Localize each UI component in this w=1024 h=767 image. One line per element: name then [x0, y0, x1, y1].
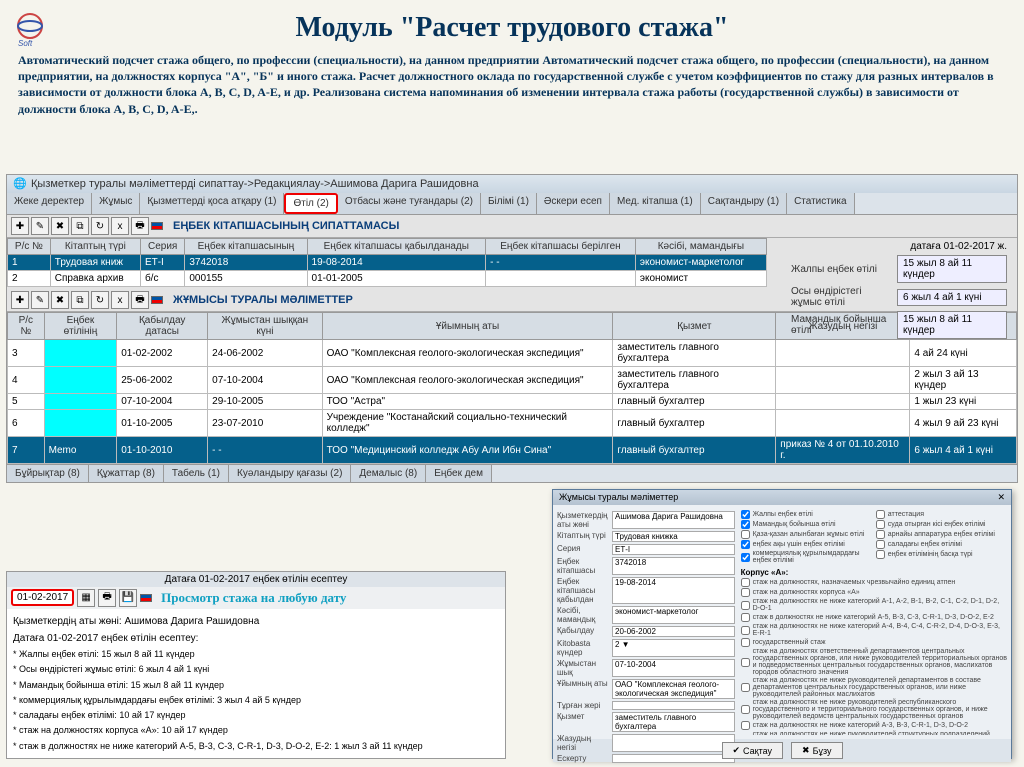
bottom-tab[interactable]: Табель (1) [164, 465, 229, 482]
work-details-dialog: Жұмысы туралы мәліметтер ✕ Қызметкердің … [552, 489, 1012, 759]
tab-Қызметтерді қоса атқару (1)[interactable]: Қызметтерді қоса атқару (1) [140, 193, 284, 214]
flag-icon-2 [151, 296, 163, 304]
report-note: Просмотр стажа на любую дату [161, 590, 346, 606]
excel-button[interactable]: x [111, 217, 129, 235]
excel-button-2[interactable]: x [111, 291, 129, 309]
stats-date: датаға 01-02-2017 ж. [791, 241, 1007, 252]
app-logo: Soft [10, 8, 50, 48]
dialog-field[interactable]: экономист-маркетолог [612, 606, 735, 624]
print-button[interactable]: 🖶 [131, 217, 149, 235]
add-button[interactable]: ✚ [11, 217, 29, 235]
edit-button[interactable]: ✎ [31, 217, 49, 235]
copy-button[interactable]: ⧉ [71, 217, 89, 235]
dialog-field[interactable]: Трудовая книжка [612, 531, 735, 542]
delete-button[interactable]: ✖ [51, 217, 69, 235]
bottom-tab[interactable]: Құжаттар (8) [89, 465, 164, 482]
dialog-field[interactable]: 07-10-2004 [612, 659, 735, 677]
tab-Сақтандыру (1)[interactable]: Сақтандыру (1) [701, 193, 787, 214]
tab-Отбасы және туғандары (2)[interactable]: Отбасы және туғандары (2) [338, 193, 481, 214]
dialog-save-button[interactable]: ✔ Сақтау [722, 742, 784, 759]
report-print-button[interactable]: 🖶 [98, 589, 116, 607]
dialog-cancel-button[interactable]: ✖ Бұзу [791, 742, 842, 759]
dialog-field[interactable] [612, 701, 735, 710]
dialog-field[interactable] [612, 734, 735, 752]
tab-Жеке деректер[interactable]: Жеке деректер [7, 193, 92, 214]
tab-Статистика[interactable]: Статистика [787, 193, 855, 214]
flag-icon [151, 222, 163, 230]
tab-Мед. кітапша (1)[interactable]: Мед. кітапша (1) [610, 193, 701, 214]
print-button-2[interactable]: 🖶 [131, 291, 149, 309]
dialog-field[interactable]: 3742018 [612, 557, 735, 575]
bottom-tab[interactable]: Куәландыру қағазы (2) [229, 465, 351, 482]
window-titlebar: 🌐 Қызметкер туралы мәліметтерді сипаттау… [7, 175, 1017, 193]
workbook-grid[interactable]: Р/с №Кітаптың түріСерияЕңбек кітапшасыны… [7, 238, 767, 287]
add-button-2[interactable]: ✚ [11, 291, 29, 309]
tab-Әскери есеп[interactable]: Әскери есеп [537, 193, 610, 214]
window-title: Қызметкер туралы мәліметтерді сипаттау->… [31, 178, 479, 190]
svg-text:Soft: Soft [18, 39, 33, 48]
bottom-tab[interactable]: Бұйрықтар (8) [7, 465, 89, 482]
dialog-field[interactable]: ОАО "Комплексная геолого-экологическая э… [612, 679, 735, 699]
dialog-field[interactable] [612, 754, 735, 763]
experience-stats: датаға 01-02-2017 ж. Жалпы еңбек өтілі15… [791, 241, 1007, 342]
report-body: Қызметкердің аты жөні: Ашимова Дарига Ра… [7, 609, 505, 758]
dialog-field[interactable]: ЕТ-I [612, 544, 735, 555]
app-icon: 🌐 [13, 177, 27, 191]
tab-Өтіл (2)[interactable]: Өтіл (2) [284, 193, 337, 214]
dialog-field[interactable]: 20-06-2002 [612, 626, 735, 637]
dialog-field[interactable]: заместитель главного бухгалтера [612, 712, 735, 732]
report-header: Датаға 01-02-2017 еңбек өтілін есептеу [7, 572, 505, 587]
dialog-close-icon[interactable]: ✕ [997, 492, 1005, 503]
bottom-tab[interactable]: Демалыс (8) [351, 465, 426, 482]
report-date-input[interactable]: 01-02-2017 [11, 589, 74, 606]
bottom-tab[interactable]: Еңбек дем [426, 465, 492, 482]
refresh-button-2[interactable]: ↻ [91, 291, 109, 309]
report-window: Датаға 01-02-2017 еңбек өтілін есептеу 0… [6, 571, 506, 759]
slide-description: Автоматический подсчет стажа общего, по … [0, 52, 1024, 127]
report-calc-button[interactable]: ▦ [77, 589, 95, 607]
dialog-checkboxes: Жалпы еңбек өтіліМамандық бойынша өтіліҚ… [741, 509, 1007, 735]
dialog-title: Жұмысы туралы мәліметтер [559, 492, 678, 503]
delete-button-2[interactable]: ✖ [51, 291, 69, 309]
tab-Жұмыс[interactable]: Жұмыс [92, 193, 140, 214]
dialog-field[interactable]: 19-08-2014 [612, 577, 735, 604]
dialog-fields: Қызметкердің аты жөніАшимова Дарига Раши… [557, 509, 735, 735]
main-app-window: 🌐 Қызметкер туралы мәліметтерді сипаттау… [6, 174, 1018, 483]
section2-title: ЖҰМЫСЫ ТУРАЛЫ МӘЛІМЕТТЕР [173, 294, 353, 306]
section1-toolbar: ✚ ✎ ✖ ⧉ ↻ x 🖶 ЕҢБЕК КІТАПШАСЫНЫҢ СИПАТТА… [7, 215, 1017, 238]
tab-Білімі (1)[interactable]: Білімі (1) [481, 193, 537, 214]
section1-title: ЕҢБЕК КІТАПШАСЫНЫҢ СИПАТТАМАСЫ [173, 220, 399, 232]
copy-button-2[interactable]: ⧉ [71, 291, 89, 309]
top-tabs: Жеке деректерЖұмысҚызметтерді қоса атқар… [7, 193, 1017, 215]
flag-icon-3 [140, 594, 152, 602]
refresh-button[interactable]: ↻ [91, 217, 109, 235]
dialog-field[interactable]: Ашимова Дарига Рашидовна [612, 511, 735, 529]
edit-button-2[interactable]: ✎ [31, 291, 49, 309]
dialog-field[interactable]: 2 ▼ [612, 639, 735, 657]
slide-title: Модуль "Расчет трудового стажа" [0, 0, 1024, 52]
bottom-tabs: Бұйрықтар (8)Құжаттар (8)Табель (1)Куәла… [7, 464, 1017, 482]
report-save-button[interactable]: 💾 [119, 589, 137, 607]
